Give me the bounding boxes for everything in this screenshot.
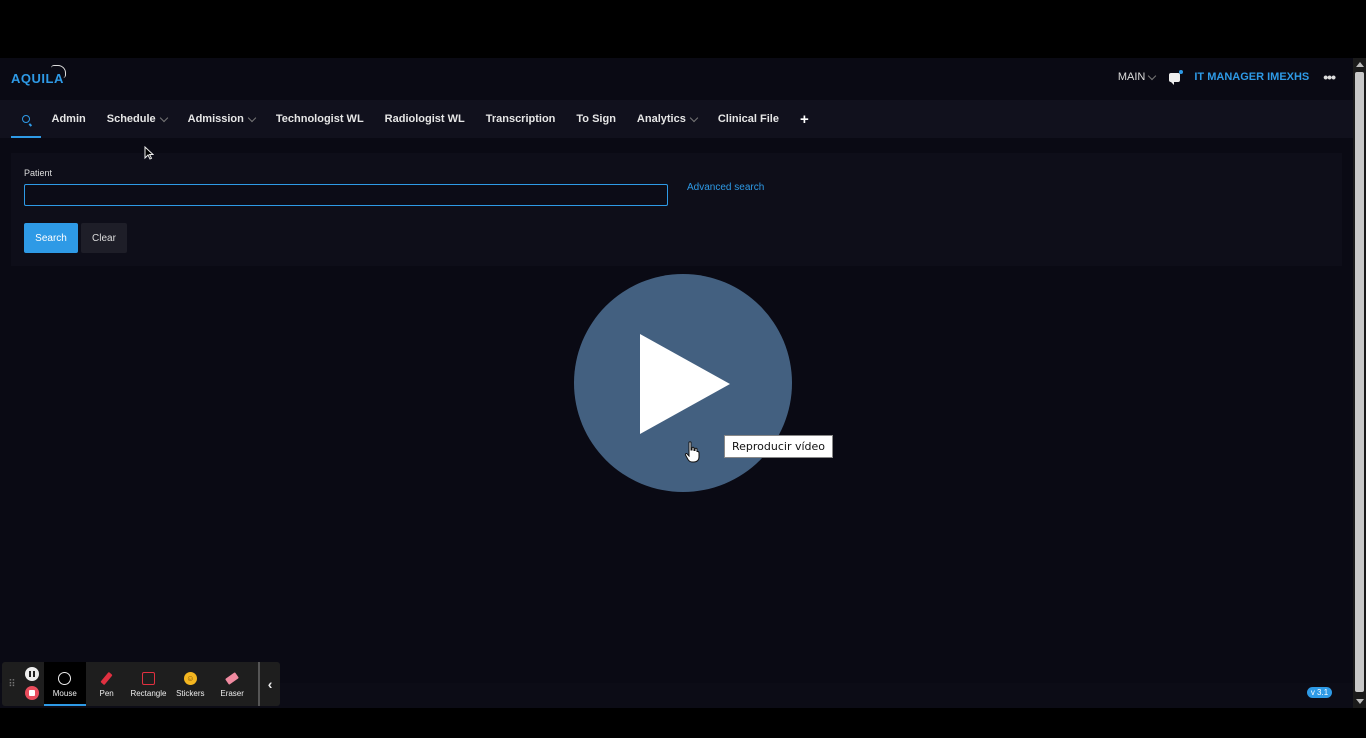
logo-mark-icon: [51, 65, 66, 78]
tab-label: Technologist WL: [275, 113, 364, 125]
mouse-icon: [58, 671, 72, 685]
tool-label: Pen: [99, 689, 114, 698]
app-window: AQUILA MAIN IT MANAGER IMEXHS ••• Admin …: [0, 58, 1353, 708]
tab-label: Clinical File: [717, 113, 779, 125]
search-button[interactable]: Search: [24, 223, 78, 253]
tab-label: Schedule: [106, 113, 156, 125]
rectangle-tool-button[interactable]: Rectangle: [128, 662, 170, 706]
pause-recording-button[interactable]: [24, 667, 39, 681]
search-icon: [22, 115, 30, 123]
pen-icon: [100, 671, 113, 685]
tab-admin[interactable]: Admin: [41, 100, 96, 138]
pen-tool-button[interactable]: Pen: [86, 662, 128, 706]
tool-label: Eraser: [220, 689, 244, 698]
main-nav: Admin Schedule Admission Technologist WL…: [0, 100, 1353, 138]
advanced-search-link[interactable]: Advanced search: [687, 182, 764, 193]
tool-label: Stickers: [176, 689, 205, 698]
mouse-pointer-icon: [144, 146, 154, 160]
play-tooltip: Reproducir vídeo: [724, 435, 834, 458]
tab-search[interactable]: [11, 100, 41, 138]
scroll-down-icon[interactable]: [1356, 699, 1364, 704]
eraser-icon: [225, 671, 240, 685]
tab-label: Radiologist WL: [384, 113, 465, 125]
tool-label: Rectangle: [130, 689, 167, 698]
tool-label: Mouse: [52, 689, 77, 698]
tab-label: Analytics: [636, 113, 686, 125]
eraser-tool-button[interactable]: Eraser: [211, 662, 253, 706]
plus-icon: +: [799, 110, 809, 128]
tab-schedule[interactable]: Schedule: [96, 100, 177, 138]
tab-clinical-file[interactable]: Clinical File: [707, 100, 789, 138]
tab-admission[interactable]: Admission: [177, 100, 265, 138]
patient-search-panel: Patient Advanced search Search Clear: [11, 153, 1342, 266]
patient-label: Patient: [24, 168, 53, 178]
rectangle-icon: [141, 671, 155, 685]
header-actions: MAIN IT MANAGER IMEXHS •••: [1117, 69, 1336, 85]
play-icon: [640, 334, 730, 434]
stop-recording-button[interactable]: [24, 686, 39, 700]
tab-to-sign[interactable]: To Sign: [566, 100, 627, 138]
main-selector-label: MAIN: [1117, 71, 1146, 83]
add-tab-button[interactable]: +: [789, 100, 819, 138]
recording-controls: [20, 662, 44, 706]
tab-transcription[interactable]: Transcription: [475, 100, 566, 138]
video-play-button[interactable]: [574, 274, 792, 492]
collapse-toolbar-icon[interactable]: ‹: [258, 662, 280, 706]
tab-label: Admission: [187, 113, 244, 125]
tab-analytics[interactable]: Analytics: [626, 100, 707, 138]
vertical-scrollbar[interactable]: [1353, 58, 1366, 708]
smiley-icon: ☺: [183, 671, 197, 685]
tab-radiologist-wl[interactable]: Radiologist WL: [374, 100, 475, 138]
scroll-up-icon[interactable]: [1356, 62, 1364, 67]
chevron-down-icon: [689, 113, 699, 122]
chevron-down-icon: [1148, 71, 1157, 80]
chat-icon[interactable]: [1169, 69, 1184, 85]
top-header: AQUILA MAIN IT MANAGER IMEXHS •••: [0, 58, 1353, 100]
notification-dot: [1179, 69, 1184, 74]
tab-label: Transcription: [485, 113, 556, 125]
chevron-down-icon: [159, 113, 168, 122]
clear-button[interactable]: Clear: [81, 223, 127, 253]
stickers-tool-button[interactable]: ☺ Stickers: [169, 662, 211, 706]
drag-handle-icon[interactable]: ⠿: [2, 662, 20, 706]
scroll-thumb[interactable]: [1355, 72, 1364, 692]
recording-toolbar: ⠿ Mouse Pen Rectangle ☺ Stickers Eraser …: [2, 662, 280, 706]
hand-pointer-icon: [684, 441, 700, 463]
main-selector[interactable]: MAIN: [1117, 71, 1157, 83]
chevron-down-icon: [247, 113, 257, 122]
patient-input[interactable]: [24, 184, 668, 206]
aquila-logo[interactable]: AQUILA: [11, 65, 66, 86]
tab-label: To Sign: [576, 113, 616, 125]
tab-label: Admin: [51, 113, 86, 125]
mouse-tool-button[interactable]: Mouse: [43, 662, 86, 706]
version-badge: v 3.1: [1307, 687, 1332, 698]
user-menu[interactable]: IT MANAGER IMEXHS: [1194, 71, 1309, 83]
tab-technologist-wl[interactable]: Technologist WL: [265, 100, 374, 138]
more-options-icon[interactable]: •••: [1323, 69, 1336, 85]
